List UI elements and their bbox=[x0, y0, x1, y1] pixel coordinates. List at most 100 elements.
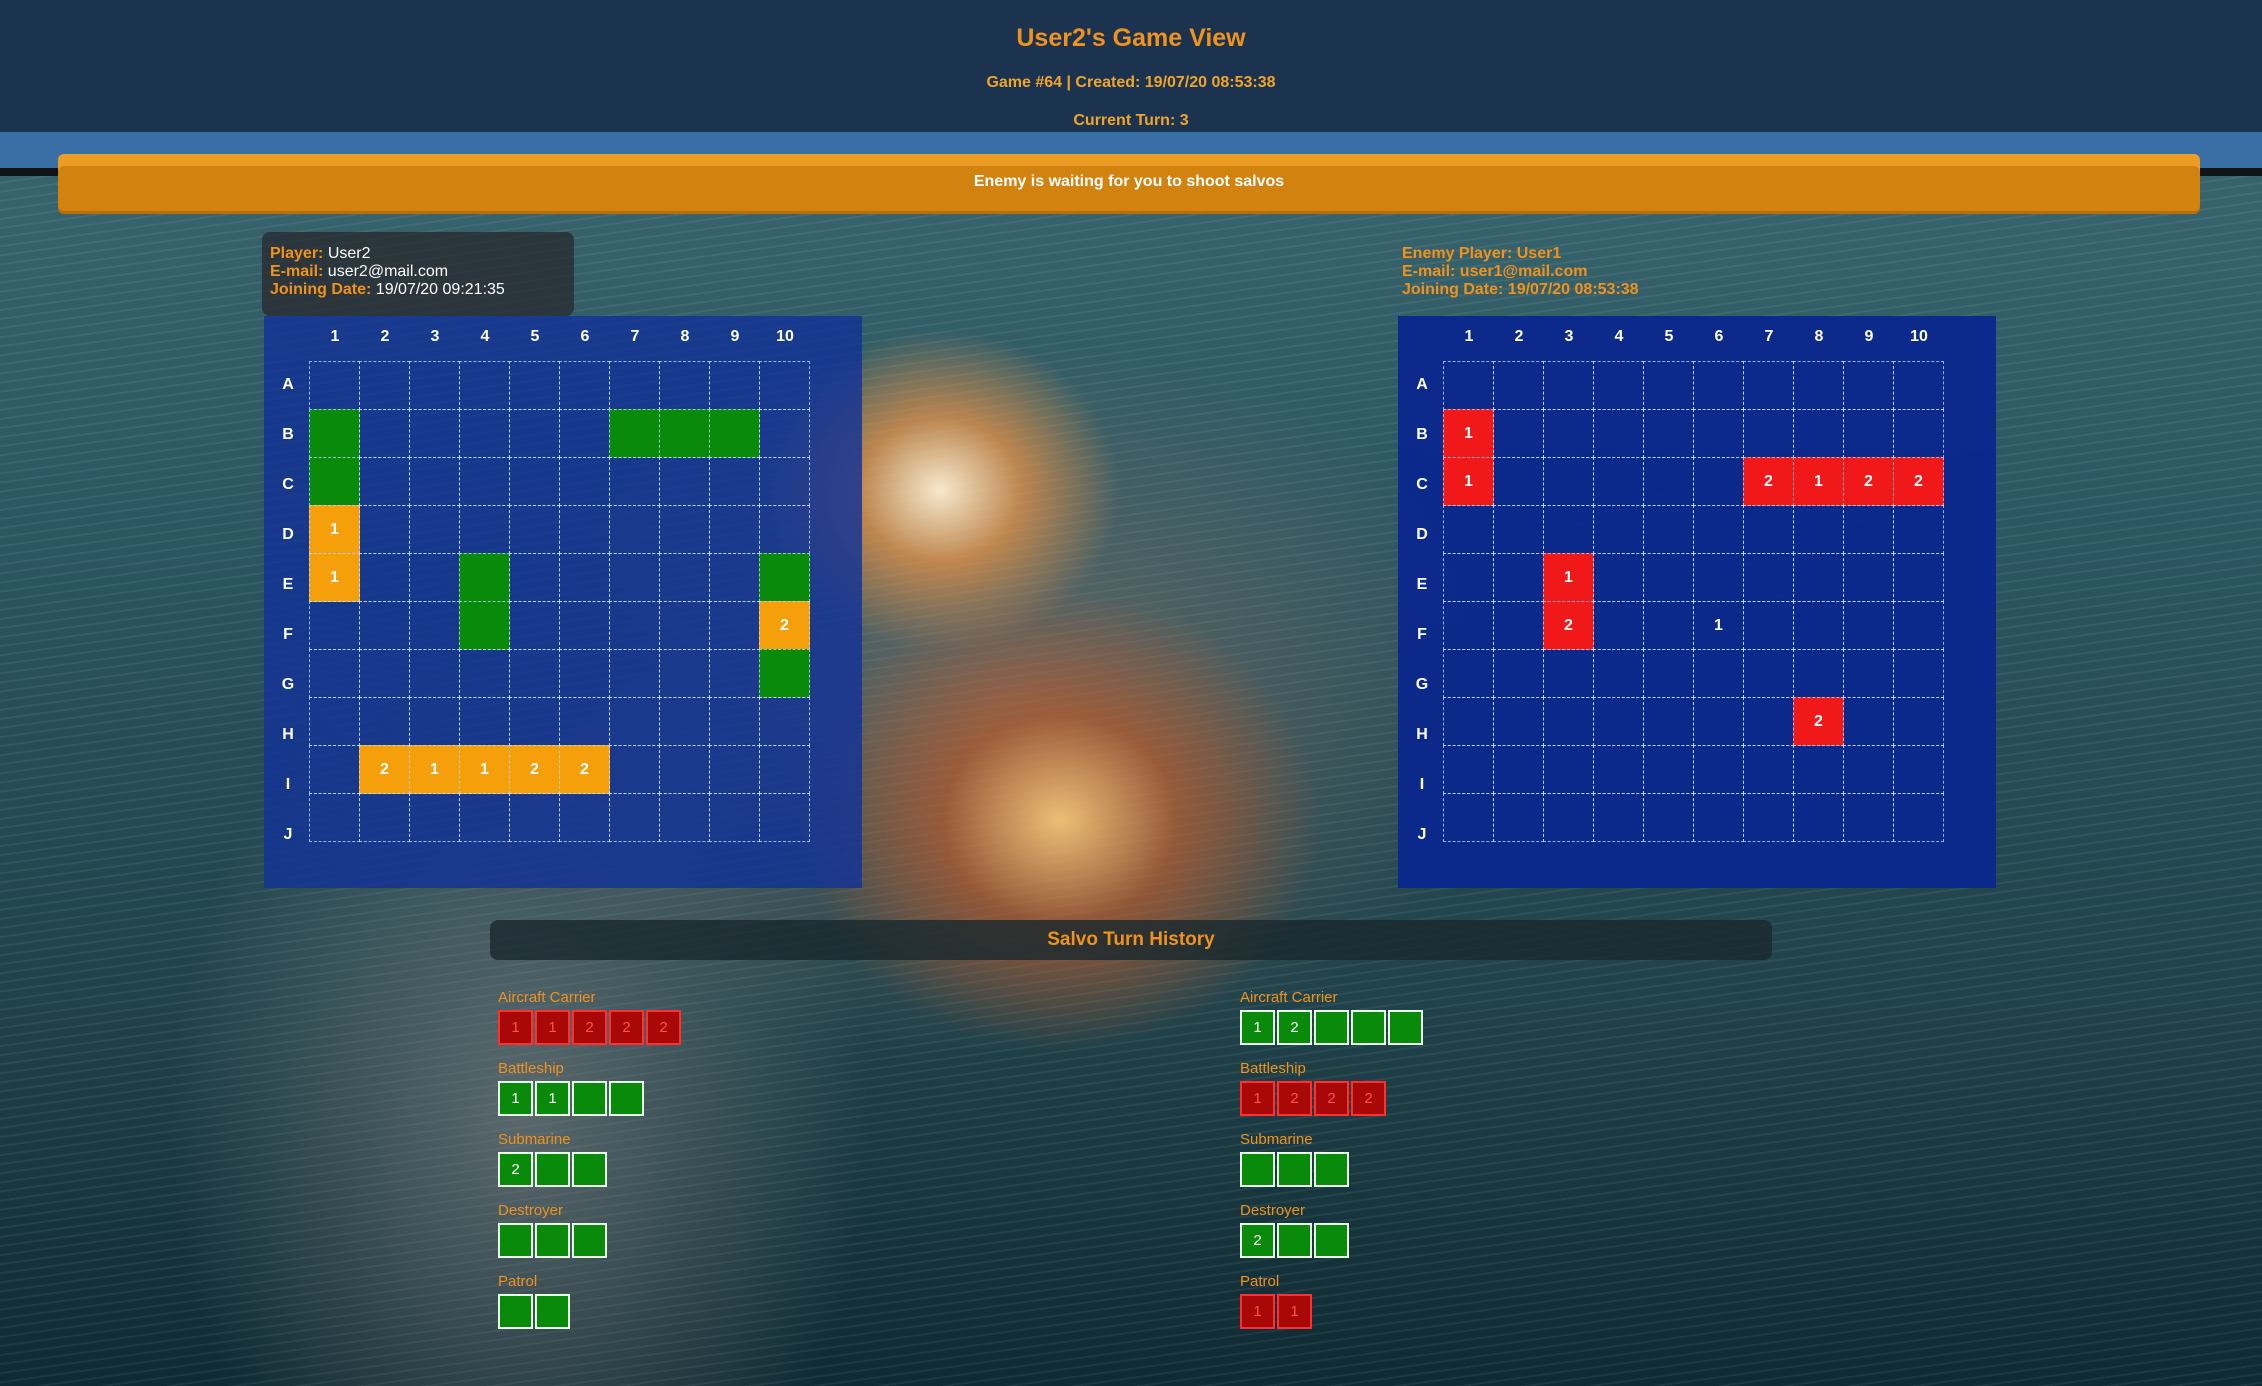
enemy-cell[interactable] bbox=[1743, 745, 1794, 794]
enemy-cell[interactable] bbox=[1643, 745, 1694, 794]
enemy-cell[interactable] bbox=[1843, 697, 1894, 746]
enemy-cell[interactable] bbox=[1493, 361, 1544, 410]
enemy-cell[interactable] bbox=[1693, 793, 1744, 842]
enemy-cell[interactable] bbox=[1893, 745, 1944, 794]
enemy-cell[interactable] bbox=[1443, 601, 1494, 650]
enemy-cell[interactable] bbox=[1593, 505, 1644, 554]
enemy-cell[interactable] bbox=[1843, 601, 1894, 650]
enemy-cell[interactable] bbox=[1793, 409, 1844, 458]
enemy-cell[interactable] bbox=[1743, 601, 1794, 650]
enemy-cell[interactable] bbox=[1443, 745, 1494, 794]
enemy-cell[interactable] bbox=[1593, 361, 1644, 410]
enemy-cell[interactable] bbox=[1443, 697, 1494, 746]
enemy-cell[interactable] bbox=[1693, 649, 1744, 698]
enemy-cell[interactable]: 2 bbox=[1893, 457, 1944, 506]
enemy-cell[interactable] bbox=[1643, 505, 1694, 554]
enemy-cell[interactable] bbox=[1643, 361, 1694, 410]
enemy-cell[interactable] bbox=[1593, 793, 1644, 842]
enemy-cell[interactable] bbox=[1543, 409, 1594, 458]
enemy-cell[interactable] bbox=[1643, 793, 1694, 842]
enemy-cell[interactable] bbox=[1443, 505, 1494, 554]
enemy-cell[interactable] bbox=[1843, 409, 1894, 458]
enemy-cell[interactable] bbox=[1743, 793, 1794, 842]
enemy-cell[interactable] bbox=[1693, 361, 1744, 410]
enemy-cell[interactable] bbox=[1893, 793, 1944, 842]
enemy-cell[interactable] bbox=[1793, 745, 1844, 794]
enemy-cell[interactable] bbox=[1593, 601, 1644, 650]
enemy-cell[interactable] bbox=[1893, 553, 1944, 602]
enemy-cell[interactable] bbox=[1843, 553, 1894, 602]
enemy-cell[interactable] bbox=[1793, 601, 1844, 650]
enemy-cell[interactable] bbox=[1643, 601, 1694, 650]
enemy-cell[interactable] bbox=[1843, 361, 1894, 410]
enemy-cell[interactable] bbox=[1643, 553, 1694, 602]
enemy-cell[interactable] bbox=[1743, 409, 1794, 458]
enemy-cell[interactable] bbox=[1693, 409, 1744, 458]
enemy-cell[interactable] bbox=[1543, 793, 1594, 842]
enemy-cell[interactable] bbox=[1693, 505, 1744, 554]
enemy-cell[interactable]: 2 bbox=[1543, 601, 1594, 650]
enemy-cell[interactable] bbox=[1543, 505, 1594, 554]
enemy-cell[interactable] bbox=[1793, 793, 1844, 842]
enemy-cell[interactable] bbox=[1593, 697, 1644, 746]
enemy-cell[interactable] bbox=[1793, 361, 1844, 410]
enemy-cell[interactable] bbox=[1593, 745, 1644, 794]
enemy-cell[interactable] bbox=[1443, 553, 1494, 602]
enemy-cell[interactable] bbox=[1793, 505, 1844, 554]
enemy-cell[interactable] bbox=[1543, 697, 1594, 746]
enemy-cell[interactable] bbox=[1693, 553, 1744, 602]
enemy-cell[interactable] bbox=[1643, 409, 1694, 458]
enemy-cell[interactable] bbox=[1843, 793, 1894, 842]
enemy-cell[interactable] bbox=[1693, 697, 1744, 746]
enemy-cell[interactable] bbox=[1593, 649, 1644, 698]
enemy-cell[interactable] bbox=[1843, 505, 1894, 554]
enemy-cell[interactable] bbox=[1793, 649, 1844, 698]
enemy-cell[interactable] bbox=[1593, 409, 1644, 458]
enemy-cell[interactable] bbox=[1693, 457, 1744, 506]
enemy-cell[interactable]: 2 bbox=[1843, 457, 1894, 506]
enemy-cell[interactable] bbox=[1893, 649, 1944, 698]
enemy-cell[interactable] bbox=[1493, 505, 1544, 554]
enemy-cell[interactable] bbox=[1543, 745, 1594, 794]
enemy-cell[interactable] bbox=[1443, 361, 1494, 410]
enemy-cell[interactable] bbox=[1843, 745, 1894, 794]
enemy-cell[interactable] bbox=[1743, 649, 1794, 698]
enemy-cell[interactable] bbox=[1893, 697, 1944, 746]
enemy-cell[interactable]: 1 bbox=[1793, 457, 1844, 506]
enemy-cell[interactable] bbox=[1743, 361, 1794, 410]
enemy-cell[interactable]: 1 bbox=[1443, 457, 1494, 506]
enemy-cell[interactable] bbox=[1843, 649, 1894, 698]
enemy-cell[interactable]: 1 bbox=[1693, 601, 1744, 650]
enemy-cell[interactable] bbox=[1543, 457, 1594, 506]
enemy-cell[interactable] bbox=[1743, 505, 1794, 554]
enemy-cell[interactable] bbox=[1493, 793, 1544, 842]
enemy-cell[interactable] bbox=[1493, 409, 1544, 458]
enemy-cell[interactable] bbox=[1543, 649, 1594, 698]
enemy-cell[interactable]: 2 bbox=[1793, 697, 1844, 746]
enemy-cell[interactable] bbox=[1493, 745, 1544, 794]
enemy-cell[interactable] bbox=[1593, 553, 1644, 602]
enemy-cell[interactable] bbox=[1493, 457, 1544, 506]
enemy-cell[interactable] bbox=[1443, 793, 1494, 842]
enemy-cell[interactable] bbox=[1543, 361, 1594, 410]
enemy-cell[interactable] bbox=[1743, 553, 1794, 602]
enemy-cell[interactable] bbox=[1643, 649, 1694, 698]
enemy-cell[interactable] bbox=[1443, 649, 1494, 698]
enemy-cell[interactable] bbox=[1643, 697, 1694, 746]
enemy-cell[interactable]: 1 bbox=[1543, 553, 1594, 602]
enemy-cell[interactable] bbox=[1793, 553, 1844, 602]
enemy-cell[interactable] bbox=[1893, 505, 1944, 554]
enemy-cell[interactable] bbox=[1693, 745, 1744, 794]
enemy-cell[interactable] bbox=[1893, 601, 1944, 650]
enemy-cell[interactable] bbox=[1493, 649, 1544, 698]
enemy-cell[interactable] bbox=[1743, 697, 1794, 746]
enemy-cell[interactable] bbox=[1493, 697, 1544, 746]
enemy-cell[interactable] bbox=[1893, 409, 1944, 458]
enemy-cell[interactable] bbox=[1493, 601, 1544, 650]
enemy-cell[interactable] bbox=[1593, 457, 1644, 506]
enemy-cell[interactable] bbox=[1493, 553, 1544, 602]
enemy-cell[interactable] bbox=[1893, 361, 1944, 410]
enemy-cell[interactable]: 2 bbox=[1743, 457, 1794, 506]
enemy-cell[interactable] bbox=[1643, 457, 1694, 506]
enemy-cell[interactable]: 1 bbox=[1443, 409, 1494, 458]
